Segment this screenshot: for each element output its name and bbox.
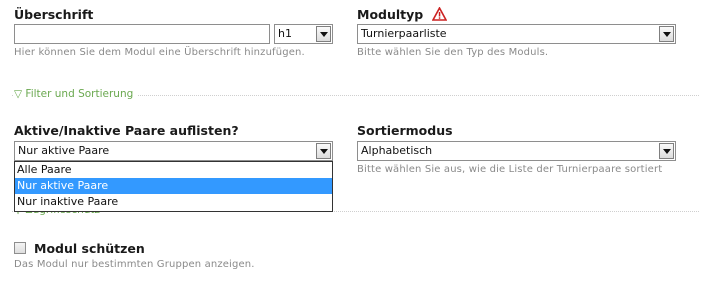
headline-input[interactable]	[14, 24, 270, 44]
dropdown-option-selected[interactable]: Nur aktive Paare	[15, 178, 332, 194]
list-pairs-value: Nur aktive Paare	[18, 144, 110, 157]
sort-mode-label: Sortiermodus	[357, 123, 453, 138]
list-pairs-label: Aktive/Inaktive Paare auflisten?	[14, 123, 239, 138]
headline-level-value: h1	[278, 27, 292, 40]
chevron-down-icon[interactable]	[659, 26, 674, 42]
module-type-label-text: Modultyp	[357, 7, 424, 22]
list-pairs-select[interactable]: Nur aktive Paare	[14, 141, 333, 161]
filter-section-toggle[interactable]: ▽ Filter und Sortierung	[14, 88, 138, 100]
protect-checkbox[interactable]	[14, 242, 26, 254]
module-type-value: Turnierpaarliste	[361, 27, 447, 40]
sort-mode-value: Alphabetisch	[361, 144, 433, 157]
warning-icon	[431, 7, 447, 21]
expand-triangle-icon: ▽	[14, 88, 23, 100]
protect-hint: Das Modul nur bestimmten Gruppen anzeige…	[14, 259, 255, 270]
protect-label: Modul schützen	[34, 241, 145, 256]
chevron-down-icon[interactable]	[659, 143, 674, 159]
sort-mode-hint: Bitte wählen Sie aus, wie die Liste der …	[357, 164, 663, 175]
module-type-label: Modultyp	[357, 7, 447, 22]
dropdown-option[interactable]: Alle Paare	[15, 162, 332, 178]
headline-hint: Hier können Sie dem Modul eine Überschri…	[14, 47, 305, 58]
list-pairs-dropdown[interactable]: Alle Paare Nur aktive Paare Nur inaktive…	[14, 161, 333, 212]
chevron-down-icon[interactable]	[316, 143, 331, 159]
sort-mode-select[interactable]: Alphabetisch	[357, 141, 676, 161]
filter-section-legend: Filter und Sortierung	[25, 88, 134, 100]
headline-label: Überschrift	[14, 7, 94, 22]
module-type-select[interactable]: Turnierpaarliste	[357, 24, 676, 44]
dropdown-option[interactable]: Nur inaktive Paare	[15, 194, 332, 210]
chevron-down-icon[interactable]	[316, 26, 331, 42]
module-type-hint: Bitte wählen Sie den Typ des Moduls.	[357, 47, 549, 58]
headline-level-select[interactable]: h1	[274, 24, 333, 44]
